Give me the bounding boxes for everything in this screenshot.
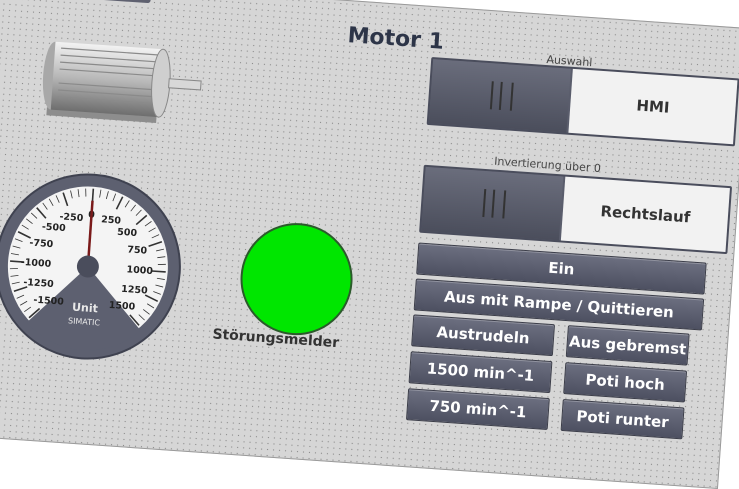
gauge-tick-label: 750 (127, 244, 148, 256)
inversion-toggle-state: Rechtslauf (560, 176, 730, 252)
speed-750-button[interactable]: 750 min^-1 (405, 388, 550, 431)
page-title: Motor 1 (346, 23, 445, 55)
grip-icon (482, 189, 507, 219)
gauge-tick-label: -750 (29, 238, 54, 251)
toggle-knob[interactable] (428, 59, 571, 133)
gauge-major-tick (91, 188, 95, 203)
inversion-toggle[interactable]: Rechtslauf (419, 164, 733, 255)
motor-icon (42, 41, 202, 123)
toggle-knob[interactable] (421, 166, 564, 241)
gauge-tick-label: -250 (59, 211, 84, 224)
gauge-tick-label: 250 (101, 214, 122, 226)
gauge-tick-label: 1500 (108, 300, 136, 313)
gauge-tick-label: -1500 (33, 295, 64, 308)
gauge-tick-label: -1000 (20, 257, 51, 270)
gauge-tick-label: -500 (42, 221, 67, 234)
pot-up-button[interactable]: Poti hoch (563, 362, 688, 403)
gauge-tick-label: -1250 (23, 277, 54, 290)
screen-tab-button[interactable] (22, 0, 153, 4)
gauge-tick-label: 1000 (126, 264, 154, 277)
brake-off-button[interactable]: Aus gebremst (565, 325, 690, 366)
gauge-tick-label: 500 (117, 227, 138, 239)
speed-1500-button[interactable]: 1500 min^-1 (408, 351, 553, 394)
selection-toggle[interactable]: HMI (426, 56, 739, 147)
gauge-tick-label: 1250 (121, 284, 149, 297)
hmi-screen: Motor 1 Auswahl HMI Invertierung über 0 (0, 0, 739, 489)
gauge-unit: Unit (72, 301, 99, 316)
coast-button[interactable]: Austrudeln (411, 314, 556, 357)
grip-icon (489, 81, 514, 111)
pot-down-button[interactable]: Poti runter (560, 398, 685, 440)
selection-toggle-state: HMI (568, 68, 738, 145)
fault-indicator-label: Störungsmelder (211, 326, 340, 352)
fault-indicator-lamp (236, 219, 357, 339)
gauge-major-tick (151, 270, 166, 273)
speed-gauge: -1500-1250-1000-750-500-2500250500750100… (0, 173, 181, 360)
